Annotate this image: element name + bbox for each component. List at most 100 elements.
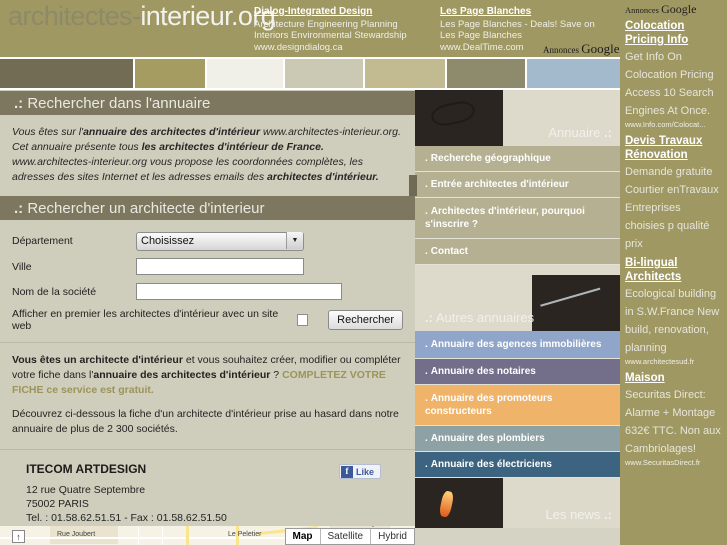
map-type-switcher[interactable]: Map Satellite Hybrid <box>284 528 415 545</box>
bullet-icon: . <box>425 393 428 404</box>
map-label-saint-lazare: Saint-Lazare <box>72 526 112 527</box>
nav-swatch-1[interactable] <box>135 59 205 88</box>
right-ad-4-title[interactable]: Maison <box>625 371 723 385</box>
color-strip <box>0 57 640 90</box>
selected-tab-marker <box>409 175 417 196</box>
news-heading-text: Les news <box>545 507 601 522</box>
form-row-ville: Ville <box>12 258 403 275</box>
right-ad-4-url: www.SecuritasDirect.fr <box>625 458 701 467</box>
map-zoom-icon[interactable]: ↑ <box>12 530 25 543</box>
book-glasses-photo <box>415 90 503 146</box>
intro-2b: architectes d'intérieur. <box>267 171 379 183</box>
nav-swatch-3[interactable] <box>285 59 363 88</box>
menu-item-agences-immobilieres[interactable]: . Annuaire des agences immobilières <box>415 331 620 359</box>
annuaire-hero: Annuaire .: <box>415 90 620 146</box>
menu-item-plombiers[interactable]: . Annuaire des plombiers <box>415 426 620 452</box>
right-ad-1-desc: Get Info On Colocation Pricing Access 10… <box>625 51 714 117</box>
right-ad-2[interactable]: Devis Travaux Rénovation Demande gratuit… <box>625 134 723 252</box>
menu-item-recherche-geographique[interactable]: . Recherche géographique <box>415 146 620 172</box>
right-ad-1-url: www.Info.com/Colocat... <box>625 120 706 129</box>
autres-annuaires-heading: .: Autres annuaires <box>425 310 534 325</box>
menu-label: Annuaire des plombiers <box>430 433 545 444</box>
bullet-icon: . <box>425 433 428 444</box>
menu-item-notaires[interactable]: . Annuaire des notaires <box>415 359 620 385</box>
website-filter-checkbox[interactable] <box>296 314 309 326</box>
site-logo[interactable]: architectes-interieur.org <box>8 0 276 32</box>
company-address-line1: 12 rue Quatre Septembre <box>26 484 146 496</box>
google-map[interactable]: Saint-Lazare Rue Joubert Le Peletier Fau… <box>0 526 415 545</box>
right-ad-3-title[interactable]: Bi-lingual Architects <box>625 256 723 284</box>
annuaire-heading-text: Annuaire <box>548 125 601 140</box>
annuaire-menu: . Recherche géographique . Entrée architec… <box>409 146 620 265</box>
company-address-line2: 75002 PARIS <box>26 498 89 510</box>
middle-column: Annuaire .: . Recherche géographique . Ent… <box>409 90 620 545</box>
map-label-rue-joubert: Rue Joubert <box>57 531 96 538</box>
bullet-icon: . <box>425 366 428 377</box>
form-row-societe: Nom de la société <box>12 283 403 300</box>
departement-select[interactable]: Choisissez <box>136 231 304 251</box>
header-ad-1-title[interactable]: Dialog-Integrated Design <box>254 6 434 18</box>
header-ad-2-desc: Les Page Blanches - Deals! Save on Les P… <box>440 18 595 42</box>
map-road <box>138 526 139 545</box>
menu-label: Entrée architectes d'intérieur <box>430 179 569 190</box>
info-p1d: ? <box>270 369 283 381</box>
right-ad-3-url: www.architectesud.fr <box>625 357 695 366</box>
info-panel: Vous êtes un architecte d'intérieur et v… <box>0 343 415 450</box>
header-ad-2-url: www.DealTime.com <box>440 41 524 53</box>
menu-item-contact[interactable]: . Contact <box>415 239 620 265</box>
right-ad-2-title[interactable]: Devis Travaux Rénovation <box>625 134 723 162</box>
map-type-map[interactable]: Map <box>286 529 321 544</box>
section-bar-title-2: Rechercher un architecte d'interieur <box>27 200 265 217</box>
map-type-satellite[interactable]: Satellite <box>321 529 372 544</box>
menu-item-entree-wrap: . Entrée architectes d'intérieur <box>409 172 620 198</box>
menu-item-promoteurs-constructeurs[interactable]: . Annuaire des promoteurs constructeurs <box>415 385 620 426</box>
right-ad-1-title[interactable]: Colocation Pricing Info <box>625 19 723 47</box>
menu-label: Recherche géographique <box>430 153 551 164</box>
right-ad-3-desc: Ecological building in S.W.France New bu… <box>625 288 720 354</box>
header-ad-2-title[interactable]: Les Page Blanches <box>440 6 595 18</box>
google-wordmark: Google <box>661 2 697 16</box>
right-ad-2-desc: Demande gratuite Courtier enTravaux Entr… <box>625 166 719 250</box>
bullet-icon: . <box>425 179 428 190</box>
website-filter-label: Afficher en premier les architectes d'in… <box>12 308 279 332</box>
map-label-le-peletier: Le Peletier <box>228 531 262 538</box>
ville-label: Ville <box>12 260 32 273</box>
nav-swatch-0[interactable] <box>0 59 133 88</box>
departement-label: Département <box>12 234 73 247</box>
company-phone: Tel. : 01.58.62.51.51 - Fax : 01.58.62.5… <box>26 512 227 524</box>
left-column: .: Rechercher dans l'annuaire Vous êtes … <box>0 90 415 545</box>
autres-annuaires-hero: .: Autres annuaires <box>415 275 620 331</box>
info-p1c: annuaire des architectes d'intérieur <box>93 369 271 381</box>
departement-select-wrap[interactable]: Choisissez ▼ <box>136 231 304 251</box>
ville-input[interactable] <box>136 258 304 275</box>
form-row-departement: Département Choisissez ▼ <box>12 231 403 251</box>
menu-item-pourquoi-sinscrire[interactable]: . Architectes d'intérieur, pourquoi s'ins… <box>415 198 620 239</box>
info-p2: Découvrez ci-dessous la fiche d'un archi… <box>12 408 399 435</box>
nav-swatch-2[interactable] <box>207 59 283 88</box>
right-ad-1[interactable]: Colocation Pricing Info Get Info On Colo… <box>625 19 723 130</box>
heading-dots-icon: .: <box>604 125 612 140</box>
facebook-like-button[interactable]: f Like <box>339 464 381 479</box>
bullet-icon: . <box>425 153 428 164</box>
header-ad-1[interactable]: Dialog-Integrated Design Architecture En… <box>254 6 434 53</box>
autres-annuaires-menu: . Annuaire des agences immobilières . Annu… <box>415 331 620 478</box>
nav-swatch-5[interactable] <box>447 59 525 88</box>
societe-input[interactable] <box>136 283 342 300</box>
menu-item-entree-architectes[interactable]: . Entrée architectes d'intérieur <box>415 172 620 198</box>
bullet-icon: . <box>425 206 428 217</box>
form-row-options: Afficher en premier les architectes d'in… <box>12 308 403 332</box>
menu-item-electriciens[interactable]: . Annuaire des électriciens <box>415 452 620 478</box>
menu-label: Annuaire des notaires <box>430 366 536 377</box>
map-type-hybrid[interactable]: Hybrid <box>371 529 414 544</box>
rechercher-button[interactable]: Rechercher <box>328 310 403 330</box>
right-ad-4[interactable]: Maison Securitas Direct: Alarme + Montag… <box>625 371 723 468</box>
info-p1a: Vous êtes un architecte d'intérieur <box>12 354 183 366</box>
right-ad-3[interactable]: Bi-lingual Architects Ecological buildin… <box>625 256 723 367</box>
news-heading: Les news .: <box>546 507 613 522</box>
bullet-icon: . <box>425 339 428 350</box>
annuaire-heading: Annuaire .: <box>548 125 612 140</box>
nav-swatch-4[interactable] <box>365 59 445 88</box>
section-spacer <box>415 265 620 275</box>
section-bar-title: Rechercher dans l'annuaire <box>27 95 211 112</box>
